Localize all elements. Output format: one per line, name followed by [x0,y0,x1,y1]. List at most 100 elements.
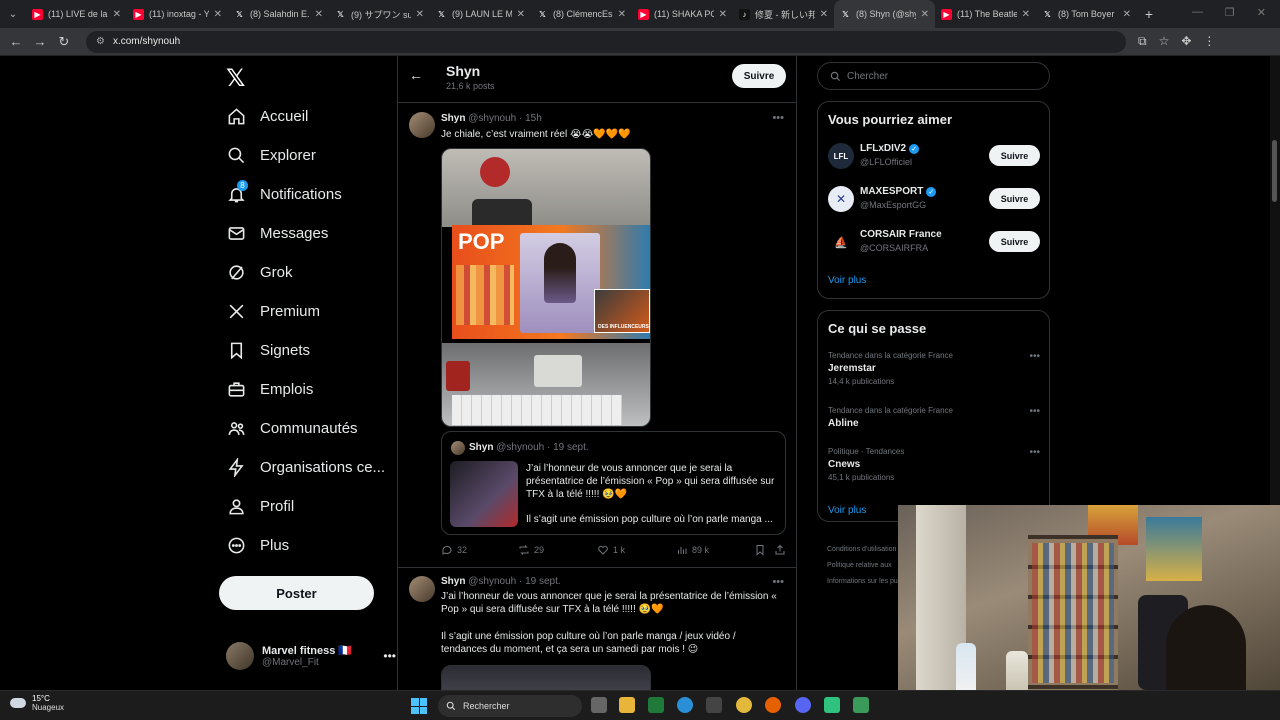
nav-item-explore[interactable]: Explorer [226,145,316,165]
suggestion-item[interactable]: ⛵ CORSAIR France @CORSAIRFRA Suivre [828,227,1040,259]
edge-icon[interactable] [677,697,693,713]
nav-item-home[interactable]: Accueil [226,106,308,126]
close-icon[interactable]: ✕ [719,9,727,20]
weather-widget[interactable]: 15°C Nuageux [10,694,64,712]
more-icon[interactable]: ••• [772,576,784,588]
quoted-tweet[interactable]: Shyn @shynouh · 19 sept. J’ai l’honneur … [441,431,786,535]
tweet-time[interactable]: · 19 sept. [519,576,561,587]
browser-tab[interactable]: 𝕏 (9) サプワン sur ✕ [329,0,430,28]
tweet-author[interactable]: Shyn [441,576,465,587]
search-input[interactable]: Chercher [817,62,1050,90]
new-tab-button[interactable]: + [1137,6,1161,22]
store-icon[interactable] [706,697,722,713]
maximize-icon[interactable]: ❐ [1225,6,1235,19]
more-icon[interactable]: ••• [1029,351,1040,362]
close-window-icon[interactable]: ✕ [1257,6,1266,19]
tweet-author[interactable]: Shyn [441,113,465,124]
reload-icon[interactable]: ↻ [52,34,76,50]
firefox-icon[interactable] [765,697,781,713]
follow-button[interactable]: Suivre [989,145,1040,166]
nav-item-profile[interactable]: Profil [226,496,294,516]
browser-tab-active[interactable]: 𝕏 (8) Shyn (@shy ✕ [834,0,935,28]
tweet[interactable]: Shyn @shynouh · 15h ••• Je chiale, c’est… [398,104,796,568]
trend-item[interactable]: Politique · Tendances Cnews 45,1 k publi… [828,447,1040,482]
see-more-link[interactable]: Voir plus [828,275,866,286]
bookmark-button[interactable] [754,544,766,556]
like-button[interactable]: 1 k [597,544,625,556]
url-field[interactable]: ⚙ x.com/shynouh [86,30,1126,53]
share-button[interactable] [774,544,786,556]
close-icon[interactable]: ✕ [1123,9,1131,20]
task-view-icon[interactable] [591,697,607,713]
nav-item-notifications[interactable]: 8 Notifications [226,180,342,204]
suggestion-item[interactable]: LFL LFLxDIV2 ✓ @LFLOfficiel Suivre [828,141,1040,173]
browser-tab[interactable]: 𝕏 (8) ClémencEsp ✕ [531,0,632,28]
suggestion-item[interactable]: ✕ MAXESPORT ✓ @MaxEsportGG Suivre [828,184,1040,216]
reply-button[interactable]: 32 [441,544,467,556]
back-arrow-icon[interactable]: ← [409,67,423,83]
browser-tab[interactable]: ▶ (11) SHAKA PO ✕ [632,0,733,28]
app-icon[interactable] [824,697,840,713]
see-more-link[interactable]: Voir plus [828,505,866,516]
browser-tab[interactable]: ▶ (11) The Beatle ✕ [935,0,1036,28]
trend-item[interactable]: Tendance dans la catégorie France Jerems… [828,351,1040,386]
site-info-icon[interactable]: ⚙ [96,36,105,47]
close-icon[interactable]: ✕ [416,9,424,20]
nav-item-bookmarks[interactable]: Signets [226,340,310,360]
close-icon[interactable]: ✕ [921,9,929,20]
close-icon[interactable]: ✕ [618,9,626,20]
nav-item-premium[interactable]: Premium [226,301,320,321]
back-icon[interactable]: ← [4,34,28,49]
browser-tab[interactable]: 𝕏 (9) LAUN LE M ✕ [430,0,531,28]
menu-icon[interactable]: ⋮ [1203,34,1215,49]
taskbar-search[interactable]: Rechercher [438,695,582,717]
xbox-icon[interactable] [648,697,664,713]
close-icon[interactable]: ✕ [820,9,828,20]
nav-item-communities[interactable]: Communautés [226,418,358,438]
avatar[interactable] [409,576,435,602]
nav-item-messages[interactable]: Messages [226,223,328,243]
forward-icon[interactable]: → [28,34,52,49]
scrollbar-thumb[interactable] [1272,140,1277,202]
avatar[interactable] [409,112,435,138]
browser-tab[interactable]: ▶ (11) LIVE de la ✕ [26,0,127,28]
discord-icon[interactable] [795,697,811,713]
more-icon[interactable]: ••• [772,112,784,124]
close-icon[interactable]: ✕ [1022,9,1030,20]
browser-tab[interactable]: 𝕏 (8) Tom Boyer ✕ [1036,0,1137,28]
close-icon[interactable]: ✕ [214,9,222,20]
file-explorer-icon[interactable] [619,697,635,713]
windows-start-icon[interactable] [411,698,427,714]
minimize-icon[interactable]: — [1192,6,1203,19]
more-icon[interactable]: ••• [1029,447,1040,458]
follow-button[interactable]: Suivre [732,64,786,88]
tweet-time[interactable]: · 15h [519,113,542,124]
close-icon[interactable]: ✕ [517,9,525,20]
views-button[interactable]: 89 k [676,544,709,556]
post-button[interactable]: Poster [219,576,374,610]
nav-item-organizations[interactable]: Organisations ce... [226,457,385,477]
more-icon[interactable]: ••• [383,649,396,663]
chrome-icon[interactable] [736,697,752,713]
tab-list-button[interactable]: ⌄ [0,0,26,28]
nav-item-jobs[interactable]: Emplois [226,379,313,399]
tweet-handle[interactable]: @shynouh [468,576,516,587]
repost-button[interactable]: 29 [518,544,544,556]
follow-button[interactable]: Suivre [989,188,1040,209]
x-logo-icon[interactable]: 𝕏 [226,64,245,93]
account-switcher[interactable]: Marvel fitness 🇫🇷 @Marvel_Fit ••• [226,642,396,670]
extensions-icon[interactable]: ✥ [1181,34,1191,49]
browser-tab[interactable]: ♪ 修夏 - 新しい邦 ✕ [733,0,834,28]
tweet-image[interactable]: POP DES INFLUENCEURS [441,148,651,427]
tweet-image[interactable] [441,665,651,690]
close-icon[interactable]: ✕ [315,9,323,20]
install-icon[interactable]: ⧉ [1138,34,1147,49]
browser-tab[interactable]: 𝕏 (8) Salahdin E. ✕ [228,0,329,28]
nav-item-more[interactable]: Plus [226,535,289,555]
nav-item-grok[interactable]: Grok [226,262,293,282]
star-icon[interactable]: ☆ [1159,34,1170,49]
more-icon[interactable]: ••• [1029,406,1040,417]
trend-item[interactable]: Tendance dans la catégorie France Abline… [828,406,1040,429]
close-icon[interactable]: ✕ [113,9,121,20]
tweet-handle[interactable]: @shynouh [468,113,516,124]
